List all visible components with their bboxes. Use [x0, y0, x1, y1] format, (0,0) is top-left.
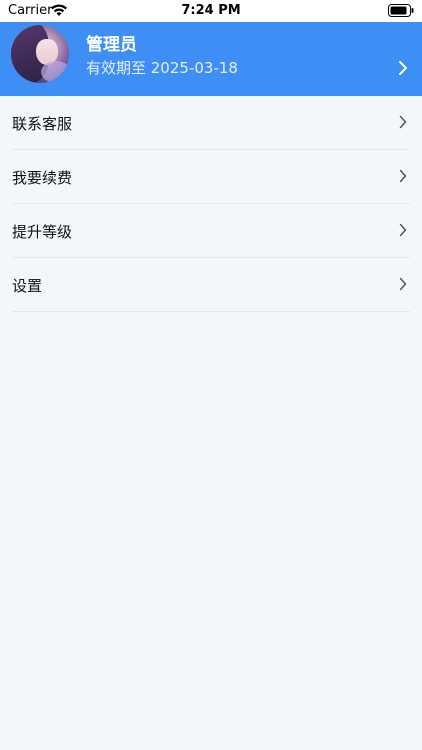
chevron-right-icon: [399, 115, 407, 129]
menu-item-settings[interactable]: 设置: [12, 258, 410, 312]
menu-item-label: 联系客服: [12, 115, 73, 133]
settings-menu: 联系客服 我要续费 提升等级 设置: [0, 96, 422, 312]
user-name: 管理员: [86, 35, 137, 55]
menu-item-label: 设置: [12, 277, 43, 295]
menu-item-renew[interactable]: 我要续费: [12, 150, 410, 204]
menu-item-label: 我要续费: [12, 169, 73, 187]
battery-icon: [388, 4, 414, 17]
chevron-right-icon: [399, 223, 407, 237]
menu-item-upgrade-level[interactable]: 提升等级: [12, 204, 410, 258]
expiry-date: 有效期至 2025-03-18: [86, 59, 238, 77]
status-time: 7:24 PM: [181, 3, 241, 18]
menu-item-contact-support[interactable]: 联系客服: [12, 96, 410, 150]
chevron-right-icon[interactable]: [398, 60, 408, 76]
menu-item-label: 提升等级: [12, 223, 73, 241]
chevron-right-icon: [399, 277, 407, 291]
chevron-right-icon: [399, 169, 407, 183]
status-bar: Carrier 7:24 PM: [0, 0, 422, 22]
profile-header[interactable]: 管理员 有效期至 2025-03-18: [0, 22, 422, 96]
avatar[interactable]: [11, 25, 69, 83]
avatar-glow: [41, 61, 69, 83]
